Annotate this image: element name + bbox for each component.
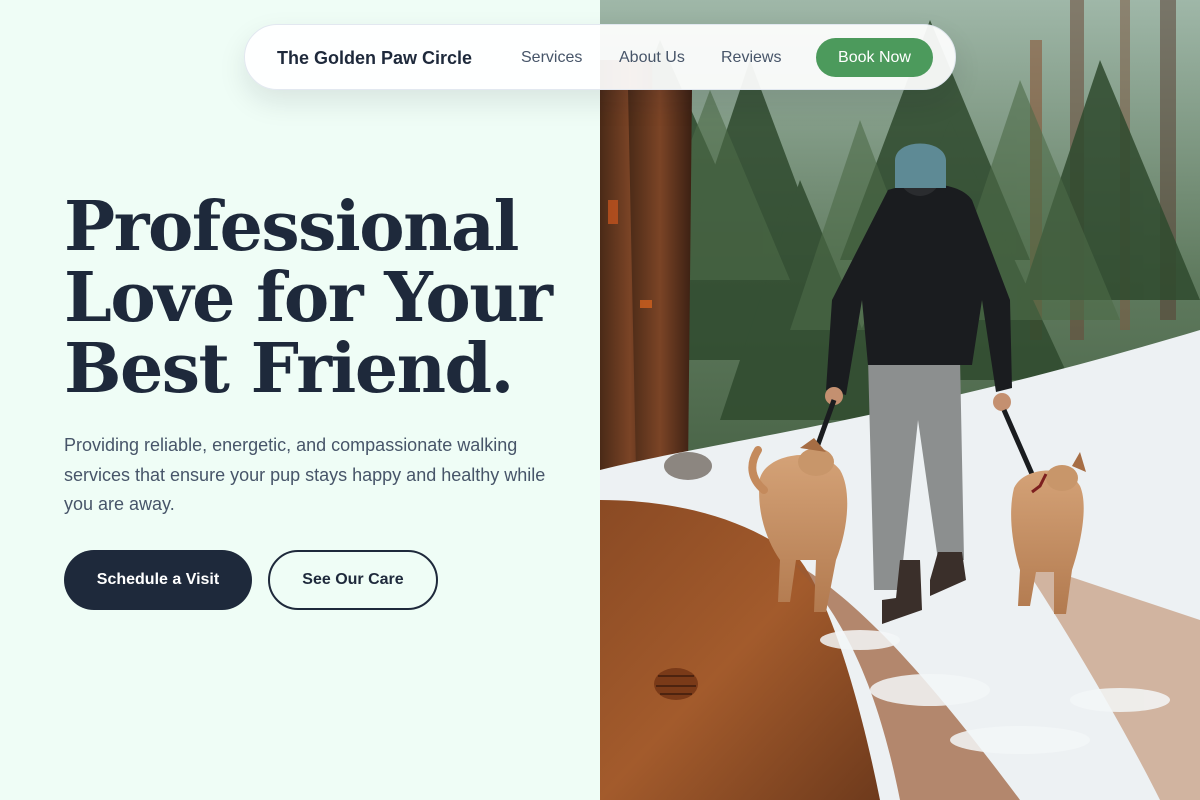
book-now-button[interactable]: Book Now [816,38,933,77]
hero-title-line-2: Love for Your [64,258,553,338]
see-our-care-button[interactable]: See Our Care [268,550,438,610]
hero-section: Professional Love for Your Best Friend. … [0,0,600,800]
hero-subtitle: Providing reliable, energetic, and compa… [64,435,546,514]
hero-photo [600,0,1200,800]
nav-link-services[interactable]: Services [521,25,582,91]
nav-link-about-us[interactable]: About Us [619,25,685,91]
hero-title: Professional Love for Your Best Friend. [64,192,584,405]
schedule-visit-button[interactable]: Schedule a Visit [64,550,252,610]
hero-title-line-3: Best Friend. [64,329,514,409]
nav-link-reviews[interactable]: Reviews [721,25,781,91]
hero-title-line-1: Professional [64,187,519,267]
navbar: The Golden Paw Circle Services About Us … [244,24,956,90]
dog-walker-photo [600,0,1200,800]
brand-logo-text[interactable]: The Golden Paw Circle [277,25,472,91]
